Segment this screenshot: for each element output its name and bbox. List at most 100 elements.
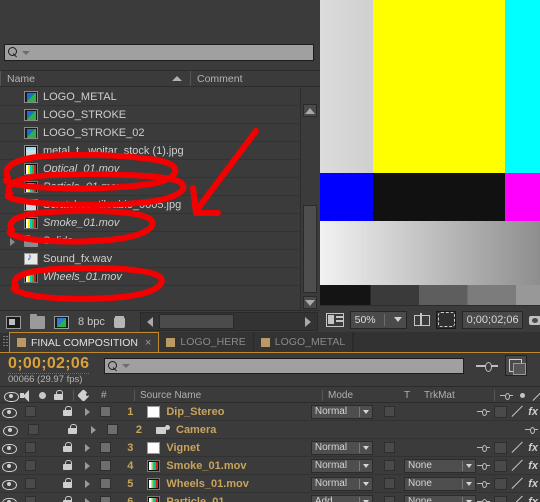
layer-solo-toggle[interactable]: [41, 460, 60, 471]
quality-icon[interactable]: [511, 478, 524, 490]
layer-solo-toggle[interactable]: [41, 496, 60, 502]
timeline-search-input[interactable]: [104, 358, 464, 374]
effects-toggle[interactable]: fx: [528, 460, 538, 472]
current-timecode[interactable]: 0;00;02;06: [8, 355, 90, 374]
column-header-t[interactable]: T: [404, 387, 410, 404]
column-header-source-name[interactable]: Source Name: [134, 387, 201, 404]
project-list-item[interactable]: LOGO_METAL: [0, 88, 300, 106]
timeline-tab[interactable]: LOGO_METAL: [253, 332, 354, 352]
layer-audio-toggle[interactable]: [21, 460, 42, 471]
layer-switches[interactable]: fx: [477, 495, 540, 502]
project-item-list[interactable]: LOGO_METAL LOGO_STROKE LOGO_STROKE_02 metal…: [0, 88, 300, 310]
layer-visibility-toggle[interactable]: [0, 460, 21, 472]
collapse-transformations-toggle[interactable]: [494, 459, 508, 472]
layer-trkmat-dropdown[interactable]: None: [403, 458, 476, 473]
quality-icon[interactable]: [511, 496, 524, 502]
layer-label-color[interactable]: [102, 424, 122, 435]
layer-preserve-transparency-toggle[interactable]: [379, 406, 400, 417]
layer-trkmat-cell[interactable]: None: [403, 476, 477, 491]
scroll-up-button[interactable]: [303, 104, 317, 117]
sort-ascending-icon[interactable]: [172, 76, 182, 81]
h-scrollbar-thumb[interactable]: [159, 314, 234, 329]
take-snapshot-icon[interactable]: [528, 314, 540, 325]
project-list-item[interactable]: Sound_fx.wav: [0, 250, 300, 268]
composition-mini-flowchart-icon[interactable]: [476, 358, 498, 374]
layer-audio-toggle[interactable]: [21, 496, 42, 502]
quality-icon[interactable]: [511, 442, 524, 454]
layer-audio-toggle[interactable]: [21, 478, 42, 489]
layer-lock-toggle[interactable]: [60, 460, 79, 471]
column-header-comment[interactable]: Comment: [190, 71, 320, 86]
layer-label-color[interactable]: [96, 442, 115, 453]
column-header-trkmat[interactable]: TrkMat: [424, 387, 455, 404]
layer-trkmat-cell[interactable]: None: [403, 494, 477, 502]
layer-solo-toggle[interactable]: [44, 424, 64, 435]
scroll-left-button[interactable]: [141, 313, 159, 330]
composition-viewer[interactable]: [320, 0, 540, 305]
chevron-down-icon[interactable]: [22, 50, 30, 55]
layer-switches[interactable]: fx: [477, 405, 540, 418]
disclosure-triangle-icon[interactable]: [10, 238, 15, 246]
layer-solo-toggle[interactable]: [41, 478, 60, 489]
layer-switches[interactable]: fx: [477, 459, 540, 472]
layer-audio-toggle[interactable]: [21, 406, 42, 417]
shy-icon[interactable]: [477, 497, 491, 502]
project-list-item[interactable]: Smoke_01.mov: [0, 214, 300, 232]
scroll-right-button[interactable]: [299, 313, 317, 330]
effects-toggle[interactable]: fx: [528, 442, 538, 454]
project-list-item[interactable]: Optical_01.mov: [0, 160, 300, 178]
layer-visibility-toggle[interactable]: [0, 496, 21, 502]
layer-expand-toggle[interactable]: [79, 443, 96, 452]
timeline-layer-list[interactable]: 1 Dip_Stereo Normal fx 2 Camera 3 Vignet Normal f…: [0, 403, 540, 502]
layer-blend-mode-dropdown[interactable]: Add: [310, 494, 374, 502]
column-header-number[interactable]: #: [101, 390, 107, 401]
layer-blend-mode-dropdown[interactable]: Normal: [310, 458, 374, 473]
layer-blend-mode-dropdown[interactable]: Normal: [310, 440, 374, 455]
effects-toggle[interactable]: fx: [528, 496, 538, 502]
magnification-dropdown[interactable]: 50%: [349, 310, 408, 329]
layer-blend-mode-dropdown[interactable]: Normal: [310, 476, 374, 491]
shy-icon[interactable]: [477, 461, 491, 471]
layer-trkmat-dropdown[interactable]: None: [403, 476, 476, 491]
layer-source[interactable]: Vignet: [139, 441, 309, 454]
collapse-transformations-toggle[interactable]: [494, 441, 508, 454]
timeline-tab[interactable]: FINAL COMPOSITION ×: [9, 332, 160, 352]
shy-icon[interactable]: [477, 479, 491, 489]
layer-expand-toggle[interactable]: [79, 497, 96, 502]
timeline-layer-row[interactable]: 6 Particle_01 Add None fx: [0, 493, 540, 502]
layer-source[interactable]: Dip_Stereo: [139, 405, 309, 418]
shy-icon[interactable]: [477, 443, 491, 453]
toggle-view-layout-icon[interactable]: [326, 312, 344, 327]
layer-visibility-toggle[interactable]: [0, 442, 21, 454]
chevron-down-icon[interactable]: [122, 364, 130, 368]
collapse-transformations-toggle[interactable]: [494, 477, 508, 490]
shy-icon[interactable]: [525, 425, 538, 435]
layer-visibility-toggle[interactable]: [0, 424, 22, 436]
collapse-transformations-toggle[interactable]: [494, 495, 508, 502]
layer-expand-toggle[interactable]: [79, 479, 96, 488]
project-list-item[interactable]: metal_t...wojtar_stock (1).jpg: [0, 142, 300, 160]
project-list-item[interactable]: Scratches_tileable_0005.jpg: [0, 196, 300, 214]
collapse-transformations-toggle[interactable]: [494, 405, 508, 418]
bit-depth-label[interactable]: 8 bpc: [78, 316, 105, 328]
layer-source[interactable]: Wheels_01.mov: [139, 477, 309, 490]
layer-visibility-toggle[interactable]: [0, 406, 21, 418]
choose-grid-guides-icon[interactable]: [413, 312, 430, 327]
column-header-name[interactable]: Name: [0, 71, 190, 86]
layer-lock-toggle[interactable]: [60, 406, 79, 417]
layer-solo-toggle[interactable]: [41, 406, 60, 417]
quality-icon[interactable]: [511, 406, 524, 418]
layer-lock-toggle[interactable]: [64, 424, 84, 435]
layer-lock-toggle[interactable]: [60, 478, 79, 489]
shy-icon[interactable]: [477, 407, 491, 417]
layer-preserve-transparency-toggle[interactable]: [379, 442, 400, 453]
layer-label-color[interactable]: [96, 496, 115, 502]
layer-audio-toggle[interactable]: [22, 424, 44, 435]
layer-lock-toggle[interactable]: [60, 442, 79, 453]
timeline-layer-row[interactable]: 2 Camera: [0, 421, 540, 439]
effects-toggle[interactable]: fx: [528, 478, 538, 490]
layer-source[interactable]: Camera: [148, 424, 328, 436]
timeline-layer-row[interactable]: 3 Vignet Normal fx: [0, 439, 540, 457]
quality-icon[interactable]: [511, 460, 524, 472]
layer-source[interactable]: Particle_01: [139, 495, 309, 502]
